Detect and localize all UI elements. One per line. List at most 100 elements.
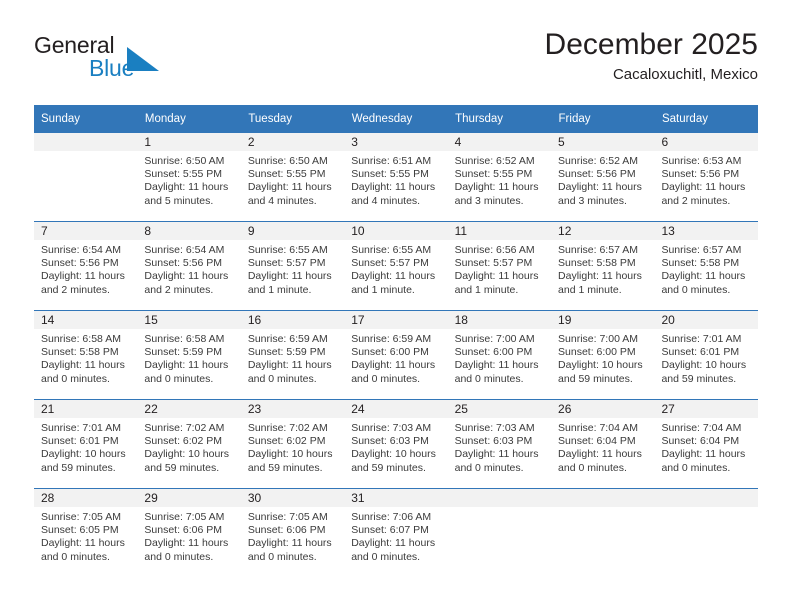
day-cell[interactable]: 1 Sunrise: 6:50 AM Sunset: 5:55 PM Daylight… bbox=[137, 133, 241, 222]
sunrise-text: Sunrise: 7:01 AM bbox=[661, 333, 742, 345]
daylight-text-line1: Daylight: 10 hours bbox=[144, 448, 230, 461]
day-details: Sunrise: 6:52 AM Sunset: 5:56 PM Daylight:… bbox=[551, 151, 654, 208]
daylight-text-line1: Daylight: 11 hours bbox=[247, 359, 332, 372]
daylight-text-line2: and 0 minutes. bbox=[144, 372, 214, 385]
day-cell[interactable]: 21 Sunrise: 7:01 AM Sunset: 6:01 PM Dayligh… bbox=[34, 399, 138, 489]
day-number: 29 bbox=[137, 489, 241, 507]
daylight-text-line2: and 4 minutes. bbox=[351, 194, 421, 207]
daylight-text-line2: and 0 minutes. bbox=[661, 461, 731, 474]
daylight-text-line1: Daylight: 11 hours bbox=[454, 448, 539, 461]
day-cell[interactable]: 16 Sunrise: 6:59 AM Sunset: 5:59 PM Dayligh… bbox=[240, 310, 345, 400]
daylight-text-line1: Daylight: 11 hours bbox=[41, 359, 125, 372]
sunset-text: Sunset: 5:59 PM bbox=[247, 346, 326, 359]
daylight-text-line1: Daylight: 10 hours bbox=[558, 359, 643, 372]
logo-text-blue: Blue bbox=[89, 55, 135, 81]
day-cell[interactable]: 4 Sunrise: 6:52 AM Sunset: 5:55 PM Daylight… bbox=[447, 133, 552, 222]
sunrise-text: Sunrise: 6:55 AM bbox=[351, 244, 432, 256]
day-details: Sunrise: 7:00 AM Sunset: 6:00 PM Daylight:… bbox=[551, 329, 654, 386]
day-cell[interactable]: 12 Sunrise: 6:57 AM Sunset: 5:58 PM Dayligh… bbox=[551, 221, 655, 311]
day-cell[interactable]: 18 Sunrise: 7:00 AM Sunset: 6:00 PM Dayligh… bbox=[447, 310, 552, 400]
daylight-text-line2: and 1 minute. bbox=[454, 283, 519, 296]
weekday-header-thursday: Thursday bbox=[447, 105, 552, 133]
sunset-text: Sunset: 5:57 PM bbox=[351, 257, 429, 270]
day-details: Sunrise: 7:04 AM Sunset: 6:04 PM Daylight:… bbox=[551, 418, 654, 475]
day-cell[interactable]: 3 Sunrise: 6:51 AM Sunset: 5:55 PM Daylight… bbox=[344, 133, 448, 222]
sunset-text: Sunset: 6:02 PM bbox=[144, 435, 223, 448]
day-number: 16 bbox=[240, 311, 345, 329]
daylight-text-line1: Daylight: 11 hours bbox=[247, 270, 332, 283]
sunrise-text: Sunrise: 6:52 AM bbox=[454, 155, 535, 167]
day-number: 20 bbox=[654, 311, 758, 329]
day-number: 7 bbox=[34, 222, 138, 240]
day-cell[interactable]: 7 Sunrise: 6:54 AM Sunset: 5:56 PM Daylight… bbox=[34, 221, 138, 311]
sunset-text: Sunset: 5:56 PM bbox=[558, 168, 636, 181]
sunrise-text: Sunrise: 7:05 AM bbox=[144, 511, 225, 523]
day-cell[interactable]: 13 Sunrise: 6:57 AM Sunset: 5:58 PM Dayligh… bbox=[654, 221, 758, 311]
sunrise-text: Sunrise: 6:58 AM bbox=[41, 333, 121, 345]
daylight-text-line2: and 59 minutes. bbox=[247, 461, 323, 474]
day-cell[interactable]: 26 Sunrise: 7:04 AM Sunset: 6:04 PM Dayligh… bbox=[551, 399, 655, 489]
daylight-text-line1: Daylight: 11 hours bbox=[558, 448, 642, 461]
day-cell[interactable]: 24 Sunrise: 7:03 AM Sunset: 6:03 PM Dayligh… bbox=[344, 399, 448, 489]
sunrise-text: Sunrise: 7:00 AM bbox=[454, 333, 535, 345]
daylight-text-line1: Daylight: 11 hours bbox=[144, 359, 229, 372]
day-number: 18 bbox=[447, 311, 552, 329]
day-cell[interactable]: 15 Sunrise: 6:58 AM Sunset: 5:59 PM Dayligh… bbox=[137, 310, 241, 400]
sunset-text: Sunset: 5:56 PM bbox=[41, 257, 119, 270]
day-cell[interactable]: 11 Sunrise: 6:56 AM Sunset: 5:57 PM Dayligh… bbox=[447, 221, 552, 311]
sunrise-text: Sunrise: 7:05 AM bbox=[247, 511, 328, 523]
sunrise-text: Sunrise: 6:54 AM bbox=[144, 244, 225, 256]
day-cell[interactable]: 19 Sunrise: 7:00 AM Sunset: 6:00 PM Dayligh… bbox=[551, 310, 655, 400]
day-number: 30 bbox=[240, 489, 345, 507]
daylight-text-line1: Daylight: 11 hours bbox=[661, 448, 746, 461]
calendar-week-row: 21 Sunrise: 7:01 AM Sunset: 6:01 PM Dayligh… bbox=[34, 399, 758, 489]
daylight-text-line1: Daylight: 11 hours bbox=[41, 270, 125, 283]
day-cell[interactable]: 25 Sunrise: 7:03 AM Sunset: 6:03 PM Dayligh… bbox=[447, 399, 552, 489]
day-cell[interactable]: 5 Sunrise: 6:52 AM Sunset: 5:56 PM Daylight… bbox=[551, 133, 655, 222]
sunset-text: Sunset: 6:06 PM bbox=[144, 524, 223, 537]
day-cell[interactable] bbox=[34, 133, 138, 222]
day-cell[interactable]: 27 Sunrise: 7:04 AM Sunset: 6:04 PM Dayligh… bbox=[654, 399, 758, 489]
day-cell[interactable]: 22 Sunrise: 7:02 AM Sunset: 6:02 PM Dayligh… bbox=[137, 399, 241, 489]
day-details: Sunrise: 7:05 AM Sunset: 6:05 PM Daylight:… bbox=[34, 507, 137, 564]
daylight-text-line1: Daylight: 11 hours bbox=[144, 181, 229, 194]
sunset-text: Sunset: 6:01 PM bbox=[661, 346, 740, 359]
day-cell[interactable]: 30 Sunrise: 7:05 AM Sunset: 6:06 PM Dayligh… bbox=[240, 488, 345, 577]
day-details: Sunrise: 6:54 AM Sunset: 5:56 PM Daylight:… bbox=[137, 240, 240, 297]
day-number: 31 bbox=[344, 489, 448, 507]
day-details: Sunrise: 7:01 AM Sunset: 6:01 PM Daylight:… bbox=[654, 329, 757, 386]
day-cell[interactable]: 31 Sunrise: 7:06 AM Sunset: 6:07 PM Dayligh… bbox=[344, 488, 448, 577]
calendar-header-row: Sunday Monday Tuesday Wednesday Thursday… bbox=[34, 105, 759, 133]
sunset-text: Sunset: 5:58 PM bbox=[41, 346, 119, 359]
sunset-text: Sunset: 5:57 PM bbox=[454, 257, 533, 270]
day-cell[interactable]: 10 Sunrise: 6:55 AM Sunset: 5:57 PM Dayligh… bbox=[344, 221, 448, 311]
sunrise-text: Sunrise: 7:02 AM bbox=[144, 422, 225, 434]
general-blue-logo: General Blue bbox=[34, 32, 214, 90]
daylight-text-line2: and 0 minutes. bbox=[661, 283, 731, 296]
day-cell[interactable]: 6 Sunrise: 6:53 AM Sunset: 5:56 PM Daylight… bbox=[654, 133, 758, 222]
day-cell[interactable]: 8 Sunrise: 6:54 AM Sunset: 5:56 PM Daylight… bbox=[137, 221, 241, 311]
daylight-text-line1: Daylight: 11 hours bbox=[41, 537, 125, 550]
day-number: 21 bbox=[34, 400, 138, 418]
sunset-text: Sunset: 5:55 PM bbox=[247, 168, 326, 181]
day-cell[interactable] bbox=[654, 488, 758, 577]
day-cell[interactable]: 14 Sunrise: 6:58 AM Sunset: 5:58 PM Dayligh… bbox=[34, 310, 138, 400]
day-cell[interactable]: 23 Sunrise: 7:02 AM Sunset: 6:02 PM Dayligh… bbox=[240, 399, 345, 489]
day-cell[interactable]: 9 Sunrise: 6:55 AM Sunset: 5:57 PM Daylight… bbox=[240, 221, 345, 311]
day-number: 27 bbox=[654, 400, 758, 418]
day-number: 17 bbox=[344, 311, 448, 329]
sunset-text: Sunset: 6:03 PM bbox=[351, 435, 429, 448]
daylight-text-line2: and 0 minutes. bbox=[351, 372, 421, 385]
day-cell[interactable] bbox=[447, 488, 552, 577]
weekday-header-friday: Friday bbox=[551, 105, 655, 133]
day-cell[interactable] bbox=[551, 488, 655, 577]
day-details: Sunrise: 6:55 AM Sunset: 5:57 PM Daylight:… bbox=[344, 240, 447, 297]
day-cell[interactable]: 28 Sunrise: 7:05 AM Sunset: 6:05 PM Dayligh… bbox=[34, 488, 138, 577]
day-cell[interactable]: 29 Sunrise: 7:05 AM Sunset: 6:06 PM Dayligh… bbox=[137, 488, 241, 577]
day-cell[interactable]: 20 Sunrise: 7:01 AM Sunset: 6:01 PM Dayligh… bbox=[654, 310, 758, 400]
daylight-text-line1: Daylight: 11 hours bbox=[351, 359, 436, 372]
day-cell[interactable]: 17 Sunrise: 6:59 AM Sunset: 6:00 PM Dayligh… bbox=[344, 310, 448, 400]
day-cell[interactable]: 2 Sunrise: 6:50 AM Sunset: 5:55 PM Daylight… bbox=[240, 133, 345, 222]
daylight-text-line2: and 59 minutes. bbox=[661, 372, 737, 385]
daylight-text-line2: and 5 minutes. bbox=[144, 194, 214, 207]
